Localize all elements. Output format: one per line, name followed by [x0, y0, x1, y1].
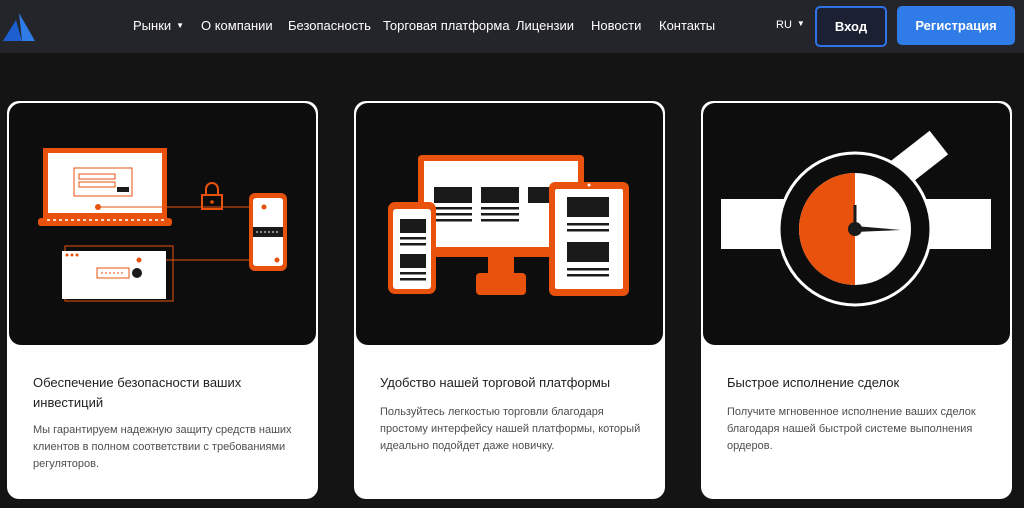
login-button[interactable]: Вход [815, 6, 887, 47]
nav-markets-label: Рынки [133, 18, 172, 33]
brand-triangle-logo-icon[interactable] [2, 10, 36, 44]
card-description: Пользуйтесь легкостью торговли благодаря… [380, 406, 641, 452]
nav-news[interactable]: Новости [591, 18, 641, 33]
card-title: Удобство нашей торговой платформы [380, 375, 611, 390]
nav-trading-platform[interactable]: Торговая платформа [383, 18, 510, 33]
stopwatch-speed-illustration [703, 103, 1010, 345]
language-selector[interactable]: RU ▼ [776, 19, 805, 31]
register-button[interactable]: Регистрация [897, 6, 1015, 45]
nav-about[interactable]: О компании [201, 18, 273, 33]
nav-markets[interactable]: Рынки ▼ [133, 18, 184, 33]
card-description: Получите мгновенное исполнение ваших сде… [727, 406, 976, 452]
nav-security[interactable]: Безопасность [288, 18, 371, 33]
nav-contacts[interactable]: Контакты [659, 18, 715, 33]
chevron-down-icon: ▼ [796, 19, 805, 28]
feature-card-execution: Быстрое исполнение сделок Получите мгнов… [701, 101, 1012, 499]
multi-device-platform-illustration [356, 103, 663, 345]
feature-card-security: Обеспечение безопасности ваших инвестици… [7, 101, 318, 499]
nav-licenses[interactable]: Лицензии [516, 18, 574, 33]
chevron-down-icon: ▼ [176, 21, 185, 30]
card-description: Мы гарантируем надежную защиту средств н… [33, 424, 292, 470]
secure-devices-illustration [9, 103, 316, 345]
card-title: Обеспечение безопасности ваших инвестици… [33, 375, 242, 410]
language-label: RU [776, 19, 792, 31]
top-navigation-bar: Рынки ▼ О компании Безопасность Торговая … [0, 0, 1024, 53]
feature-card-platform: Удобство нашей торговой платформы Пользу… [354, 101, 665, 499]
card-title: Быстрое исполнение сделок [727, 375, 900, 390]
